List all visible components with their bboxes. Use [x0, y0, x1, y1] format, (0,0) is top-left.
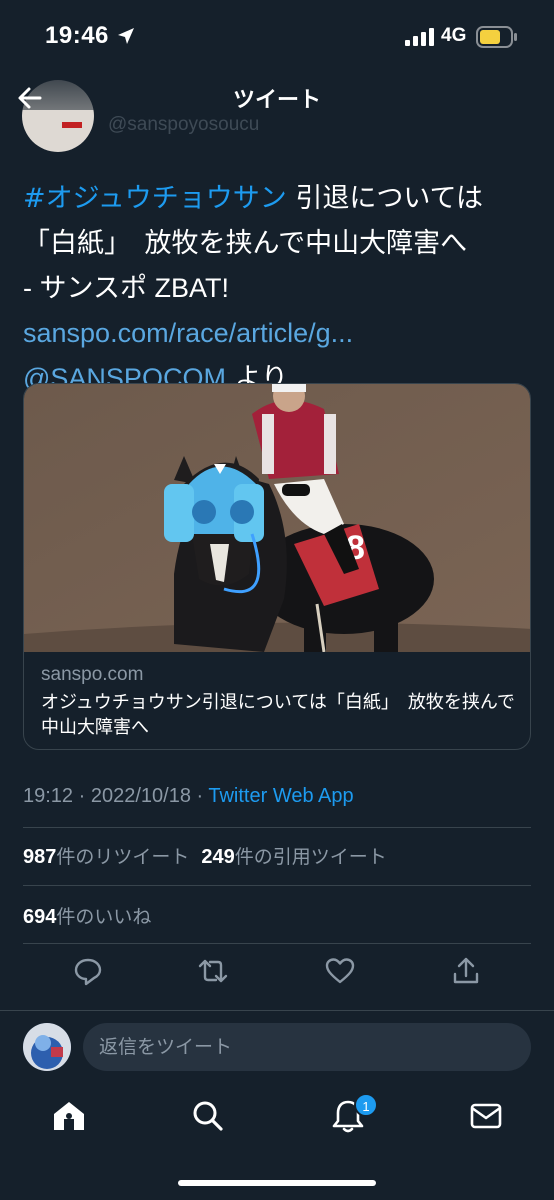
retweets-count: 987 [23, 846, 57, 868]
search-icon[interactable] [190, 1098, 226, 1134]
engagement-stats: 987件のリツイート 249件の引用ツイート [23, 842, 387, 869]
notification-badge: 1 [354, 1093, 378, 1117]
page-title: ツイート [232, 88, 321, 113]
retweets-label: 件のリツイート [56, 846, 190, 868]
meta-separator-1: · [73, 785, 91, 807]
quotes-count: 249 [201, 846, 235, 868]
cellular-signal-icon [405, 28, 434, 46]
tweet-meta: 19:12 · 2022/10/18 · Twitter Web App [23, 785, 354, 808]
divider [23, 885, 531, 886]
location-arrow-icon [118, 28, 134, 44]
likes-stat[interactable]: 694件のいいね [23, 902, 151, 929]
home-icon[interactable] [51, 1098, 87, 1134]
likes-count: 694 [23, 906, 57, 928]
network-type: 4G [441, 25, 467, 46]
status-time: 19:46 [45, 22, 109, 49]
quotes-stat[interactable]: 249件の引用ツイート [201, 846, 386, 868]
top-nav-header: ツイート [0, 70, 554, 126]
likes-label: 件のいいね [56, 906, 152, 928]
hashtag-link[interactable]: #オジュウチョウサン [23, 183, 287, 214]
reply-icon[interactable] [72, 955, 104, 987]
meta-separator-2: · [190, 785, 209, 807]
battery-icon [476, 26, 517, 48]
reply-composer: 返信をツイート [0, 1010, 554, 1082]
tweet-text: #オジュウチョウサン 引退については 「白紙」 放牧を挟んで中山大障害へ - サ… [23, 176, 533, 401]
tweet-source[interactable]: Twitter Web App [208, 785, 353, 807]
messages-icon[interactable] [468, 1098, 504, 1134]
reply-input[interactable]: 返信をツイート [83, 1023, 531, 1071]
tweet-date: 2022/10/18 [90, 785, 191, 807]
horse-race-photo: 8 [24, 384, 530, 652]
card-title: オジュウチョウサン引退については「白紙」 放牧を挟んで中山大障害へ [41, 692, 515, 738]
divider [23, 943, 531, 944]
home-indicator [178, 1180, 376, 1186]
divider [23, 827, 531, 828]
tweet-time: 19:12 [23, 785, 74, 807]
article-link[interactable]: sanspo.com/race/article/g... [23, 318, 353, 348]
tweet-text-part2: 「白紙」 放牧を挟んで中山大障害へ [23, 228, 468, 259]
retweets-stat[interactable]: 987件のリツイート [23, 846, 189, 868]
share-icon[interactable] [450, 955, 482, 987]
status-bar: 19:46 4G [0, 0, 554, 70]
link-preview-card[interactable]: 8 sanspo.com オジュウチョウサン引退については「白紙」 放牧を挟んで… [23, 383, 531, 750]
tweet-text-part1: 引退については [286, 183, 483, 214]
card-domain: sanspo.com [41, 664, 144, 685]
user-avatar[interactable] [23, 1023, 71, 1071]
quotes-label: 件の引用ツイート [234, 846, 387, 868]
like-icon[interactable] [324, 955, 356, 987]
retweet-icon[interactable] [197, 955, 229, 987]
action-bar [0, 955, 554, 995]
tweet-text-part3: - サンスポ ZBAT! [23, 273, 229, 303]
